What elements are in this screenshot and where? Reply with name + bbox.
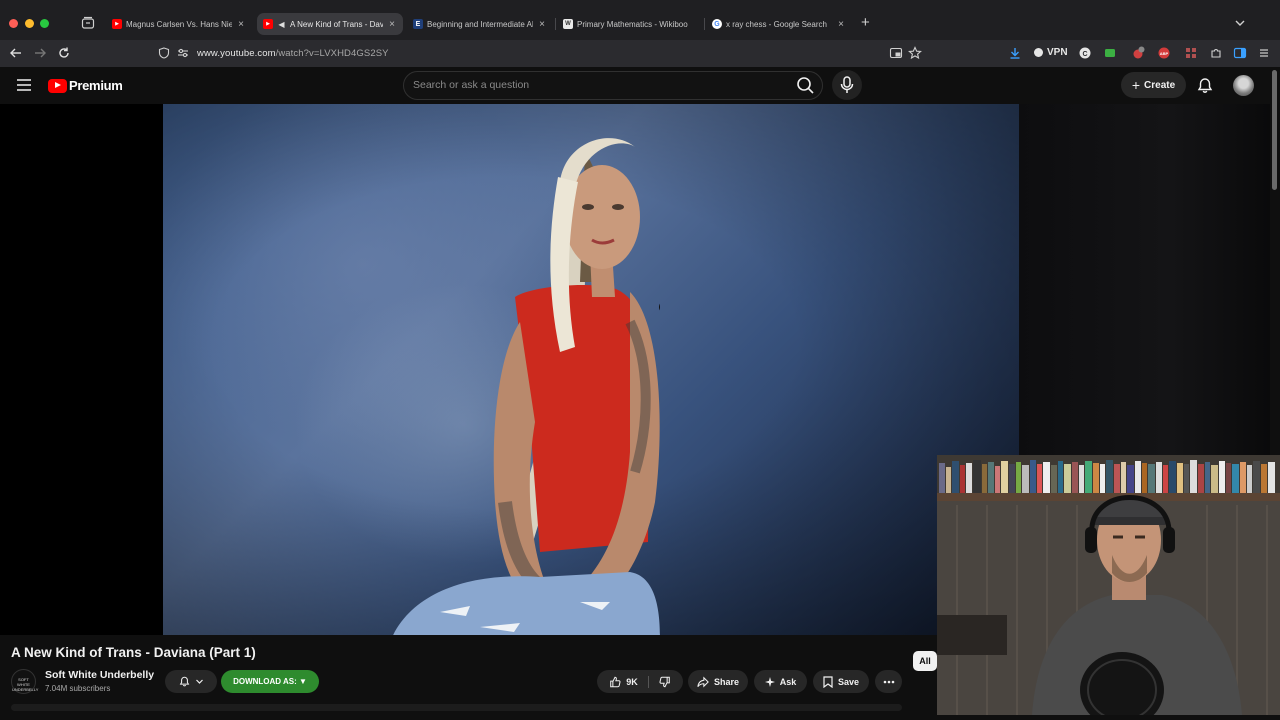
share-arrow-icon: [697, 675, 709, 688]
letter-e-icon: E: [413, 19, 423, 29]
plus-icon: +: [1131, 77, 1141, 93]
tab-beginning-algebra[interactable]: E Beginning and Intermediate Alg ×: [407, 13, 553, 35]
filter-chip-all[interactable]: All: [913, 651, 937, 671]
channel-name[interactable]: Soft White Underbelly: [45, 669, 154, 681]
like-dislike-group: 9K: [597, 670, 683, 693]
google-icon: G: [712, 19, 722, 29]
picture-in-picture-icon[interactable]: [889, 46, 903, 60]
extensions-puzzle-icon[interactable]: [1209, 46, 1223, 60]
url-host: www.youtube.com: [197, 48, 276, 59]
share-label: Share: [713, 676, 739, 687]
create-button[interactable]: + Create: [1121, 72, 1186, 98]
tab-new-kind-of-trans[interactable]: ▶ ◀ A New Kind of Trans - Davia ×: [257, 13, 403, 35]
chevron-down-icon[interactable]: [1234, 17, 1246, 29]
webcam-overlay: [937, 455, 1280, 715]
vpn-label: VPN: [1047, 47, 1068, 58]
window-maximize-button[interactable]: [40, 19, 49, 28]
download-icon[interactable]: [1008, 46, 1022, 60]
browser-toolbar: www.youtube.com/watch?v=LVXHD4GS2SY VPN …: [0, 40, 1280, 67]
voice-search-button[interactable]: [832, 70, 862, 100]
youtube-icon: ▶: [263, 19, 273, 29]
youtube-icon: ▶: [112, 19, 122, 29]
tab-primary-mathematics[interactable]: W Primary Mathematics - Wikiboo: [557, 13, 703, 35]
sparkle-icon: [764, 676, 775, 687]
interview-subject-figure: [393, 138, 660, 635]
webcam-scene: [937, 455, 1280, 715]
sidebar-icon[interactable]: [1233, 46, 1247, 60]
page-scrollbar-thumb[interactable]: [1272, 70, 1277, 190]
tab-magnus-carlsen[interactable]: ▶ Magnus Carlsen Vs. Hans Niem ×: [106, 13, 252, 35]
svg-text:ABP: ABP: [1160, 51, 1169, 56]
speaker-icon[interactable]: ◀: [277, 19, 286, 29]
tab-title: x ray chess - Google Search: [726, 19, 827, 29]
extension-badge-icon[interactable]: [1131, 46, 1145, 60]
adblock-icon[interactable]: ABP: [1157, 46, 1171, 60]
save-button[interactable]: Save: [813, 670, 869, 693]
brand-label: Premium: [69, 78, 123, 93]
vpn-button[interactable]: VPN: [1034, 47, 1068, 58]
tab-title: Beginning and Intermediate Alg: [427, 19, 533, 29]
extension-c-icon[interactable]: C: [1078, 46, 1092, 60]
tab-close-icon[interactable]: ×: [236, 19, 246, 30]
tab-close-icon[interactable]: ×: [387, 19, 397, 30]
chevron-down-icon: [195, 679, 203, 684]
bookmark-icon: [823, 675, 833, 688]
search-input[interactable]: [413, 79, 773, 91]
more-actions-button[interactable]: [875, 670, 902, 693]
tab-overview-icon[interactable]: [81, 16, 95, 30]
youtube-header: Premium + Create: [0, 67, 1280, 104]
like-count: 9K: [626, 676, 638, 687]
tab-title: Primary Mathematics - Wikiboo: [577, 19, 688, 29]
window-minimize-button[interactable]: [25, 19, 34, 28]
url-path: /watch?v=LVXHD4GS2SY: [275, 48, 389, 59]
ask-button[interactable]: Ask: [754, 670, 807, 693]
subscribed-notifications-button[interactable]: [165, 670, 217, 693]
new-tab-button[interactable]: +: [861, 15, 870, 30]
extension-grid-icon[interactable]: [1184, 46, 1198, 60]
channel-avatar[interactable]: SOFT WHITE UNDERBELLY: [11, 669, 38, 694]
like-button[interactable]: 9K: [609, 675, 649, 688]
search-icon[interactable]: [793, 75, 817, 95]
video-title: A New Kind of Trans - Daviana (Part 1): [11, 645, 256, 660]
site-settings-icon[interactable]: [177, 47, 189, 59]
tab-close-icon[interactable]: ×: [836, 19, 846, 30]
tab-title: A New Kind of Trans - Davia: [290, 19, 383, 29]
forward-arrow-icon[interactable]: [33, 46, 47, 60]
notifications-bell-icon[interactable]: [1197, 77, 1213, 94]
account-avatar[interactable]: [1233, 75, 1254, 96]
save-label: Save: [837, 676, 860, 687]
vpn-icon: [1034, 48, 1043, 57]
bookmark-star-icon[interactable]: [908, 46, 922, 60]
youtube-premium-logo[interactable]: Premium: [48, 78, 123, 93]
more-horizontal-icon: [883, 680, 894, 683]
tab-separator: [704, 18, 705, 30]
microphone-icon: [840, 76, 854, 93]
youtube-logo-icon: [48, 78, 67, 93]
thumbs-up-icon: [610, 676, 621, 687]
share-button[interactable]: Share: [688, 670, 748, 693]
tab-title: Magnus Carlsen Vs. Hans Niem: [126, 19, 232, 29]
back-arrow-icon[interactable]: [9, 46, 23, 60]
svg-text:C: C: [1082, 51, 1087, 58]
shield-icon[interactable]: [158, 47, 170, 59]
ask-label: Ask: [779, 676, 797, 687]
description-box-edge: [11, 704, 902, 711]
tab-x-ray-chess[interactable]: G x ray chess - Google Search ×: [706, 13, 852, 35]
tab-separator: [555, 18, 556, 30]
reload-icon[interactable]: [57, 46, 71, 60]
browser-tab-strip: ▶ Magnus Carlsen Vs. Hans Niem × ▶ ◀ A N…: [0, 0, 1280, 40]
thumbs-down-icon[interactable]: [659, 676, 671, 688]
url-field[interactable]: www.youtube.com/watch?v=LVXHD4GS2SY: [197, 48, 389, 59]
search-box: [403, 71, 823, 100]
create-label: Create: [1144, 79, 1176, 91]
extension-green-icon[interactable]: [1103, 46, 1117, 60]
hamburger-menu-icon[interactable]: [17, 79, 31, 91]
download-as-button[interactable]: DOWNLOAD AS: ▼: [221, 670, 319, 693]
wikibooks-icon: W: [563, 19, 573, 29]
menu-icon[interactable]: [1257, 46, 1271, 60]
tab-close-icon[interactable]: ×: [537, 19, 547, 30]
subscriber-count: 7.04M subscribers: [45, 684, 111, 693]
window-close-button[interactable]: [9, 19, 18, 28]
bell-icon: [179, 676, 189, 687]
